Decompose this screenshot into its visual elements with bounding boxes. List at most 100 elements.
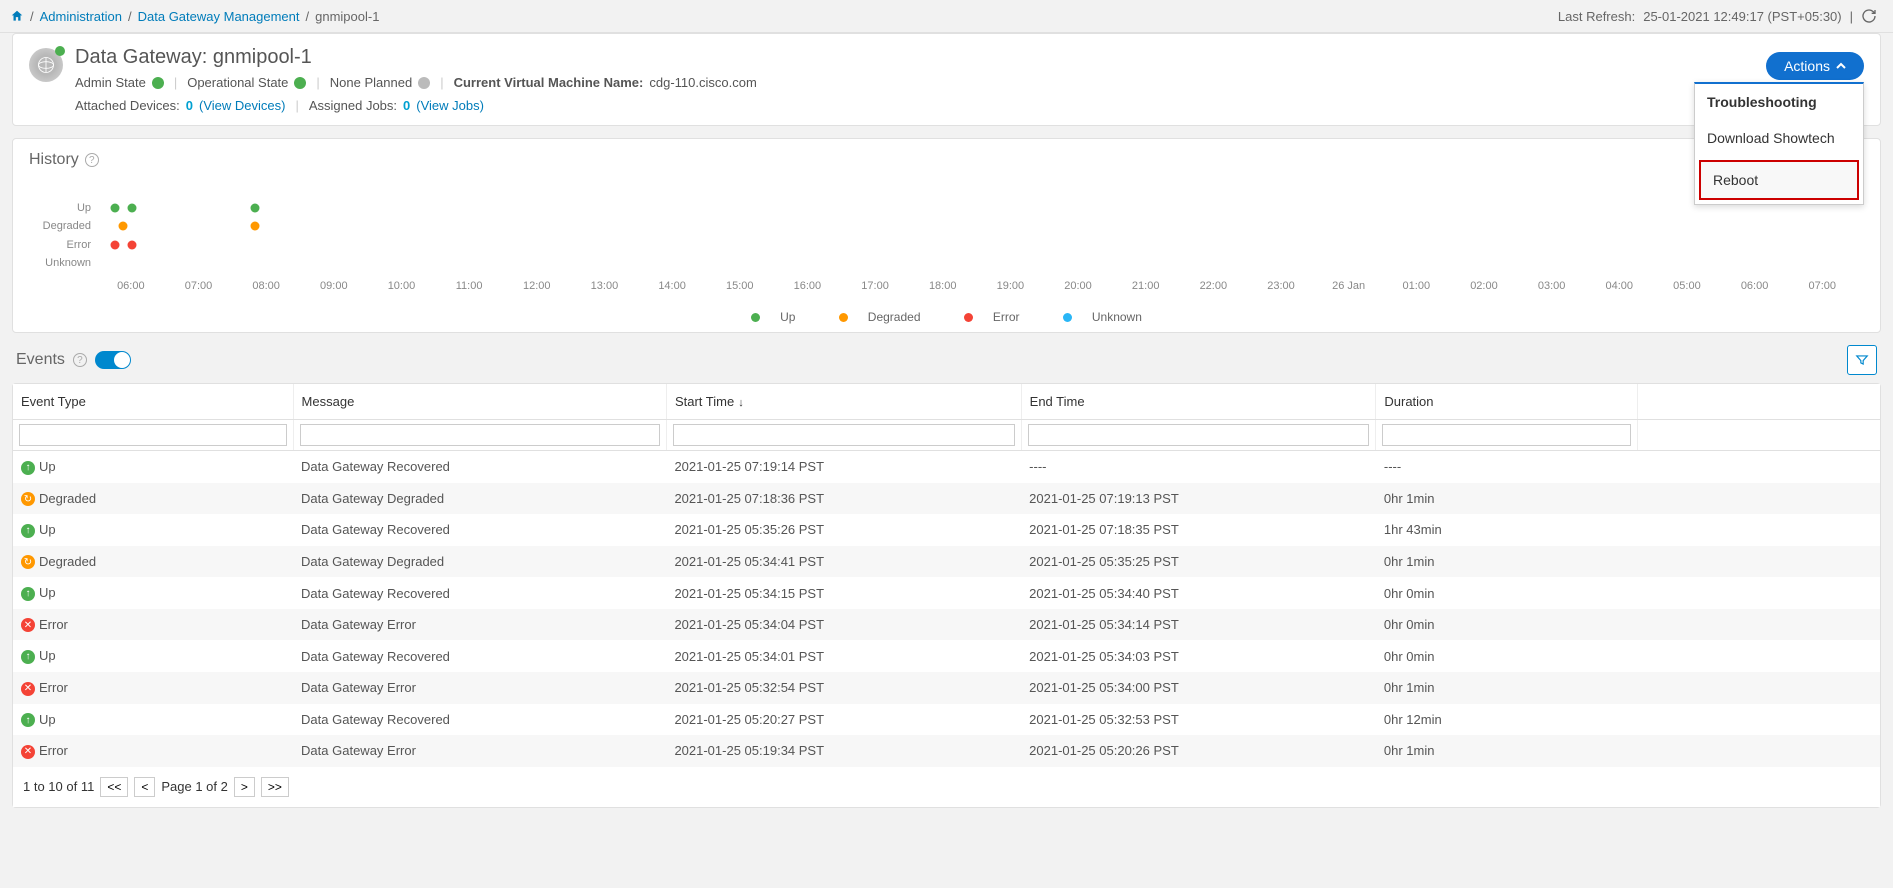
pager-first-button[interactable]: << (100, 777, 128, 797)
home-icon[interactable] (10, 9, 24, 23)
table-row[interactable]: ↻DegradedData Gateway Degraded2021-01-25… (13, 546, 1880, 578)
attached-devices-count: 0 (186, 98, 193, 113)
last-refresh-value: 25-01-2021 12:49:17 (PST+05:30) (1643, 9, 1841, 24)
admin-state-up-icon (152, 77, 164, 89)
reboot-item[interactable]: Reboot (1699, 160, 1859, 200)
chart-toolbar: ⊕ ⊖ 🔍 ✋ ↻ ⤓ (29, 175, 1864, 192)
y-label-up: Up (77, 202, 91, 214)
filter-start-time[interactable] (673, 424, 1015, 446)
events-title: Events (16, 351, 65, 369)
operational-state-up-icon (294, 77, 306, 89)
history-card: History ? 11 Events were ⊕ ⊖ 🔍 ✋ ↻ ⤓ Up … (12, 138, 1881, 333)
vm-name-label: Current Virtual Machine Name: (454, 75, 644, 90)
filter-end-time[interactable] (1028, 424, 1370, 446)
chart-legend: Up Degraded Error Unknown (29, 310, 1864, 324)
table-row[interactable]: ✕ErrorData Gateway Error2021-01-25 05:19… (13, 735, 1880, 767)
table-row[interactable]: ↑UpData Gateway Recovered2021-01-25 07:1… (13, 451, 1880, 483)
history-timeline[interactable]: Up Degraded Error Unknown 06:0007:0008:0… (37, 196, 1856, 306)
filter-duration[interactable] (1382, 424, 1630, 446)
table-row[interactable]: ↑UpData Gateway Recovered2021-01-25 05:3… (13, 640, 1880, 672)
vm-name-value: cdg-110.cisco.com (649, 75, 756, 90)
col-start-time[interactable]: Start Time↓ (666, 384, 1021, 420)
x-axis-label: 02:00 (1450, 280, 1518, 298)
event-up-icon: ↑ (21, 587, 35, 601)
pager-page-label: Page 1 of 2 (161, 779, 228, 794)
events-table-card: Event Type Message Start Time↓ End Time … (12, 383, 1881, 808)
table-row[interactable]: ↑UpData Gateway Recovered2021-01-25 05:3… (13, 577, 1880, 609)
table-row[interactable]: ✕ErrorData Gateway Error2021-01-25 05:34… (13, 609, 1880, 641)
table-row[interactable]: ↑UpData Gateway Recovered2021-01-25 05:3… (13, 514, 1880, 546)
x-axis-label: 13:00 (571, 280, 639, 298)
view-devices-link[interactable]: (View Devices) (199, 98, 285, 113)
x-axis-label: 09:00 (300, 280, 368, 298)
chart-point (251, 204, 260, 213)
col-end-time[interactable]: End Time (1021, 384, 1376, 420)
pager-last-button[interactable]: >> (261, 777, 289, 797)
table-row[interactable]: ↑UpData Gateway Recovered2021-01-25 05:2… (13, 704, 1880, 736)
events-help-icon[interactable]: ? (73, 353, 87, 367)
table-row[interactable]: ✕ErrorData Gateway Error2021-01-25 05:32… (13, 672, 1880, 704)
x-axis-label: 19:00 (977, 280, 1045, 298)
col-duration[interactable]: Duration (1376, 384, 1637, 420)
chart-point (128, 240, 137, 249)
pager-prev-button[interactable]: < (134, 777, 155, 797)
x-axis-label: 15:00 (706, 280, 774, 298)
events-header: Events ? (16, 345, 1877, 375)
x-axis-label: 11:00 (435, 280, 503, 298)
history-title: History (29, 151, 79, 169)
event-up-icon: ↑ (21, 461, 35, 475)
download-showtech-item[interactable]: Download Showtech (1695, 120, 1863, 156)
filter-button[interactable] (1847, 345, 1877, 375)
none-planned-label: None Planned (330, 75, 412, 90)
y-label-error: Error (67, 239, 91, 251)
events-table: Event Type Message Start Time↓ End Time … (13, 384, 1880, 767)
x-axis-label: 18:00 (909, 280, 977, 298)
actions-dropdown: Troubleshooting Download Showtech Reboot (1694, 82, 1864, 205)
x-axis-label: 17:00 (841, 280, 909, 298)
breadcrumb-administration[interactable]: Administration (40, 9, 122, 24)
x-axis-label: 26 Jan (1315, 280, 1383, 298)
sort-desc-icon: ↓ (738, 397, 744, 409)
operational-state-label: Operational State (187, 75, 288, 90)
filter-event-type[interactable] (19, 424, 287, 446)
event-err-icon: ✕ (21, 618, 35, 632)
events-toggle[interactable] (95, 351, 131, 369)
pager-next-button[interactable]: > (234, 777, 255, 797)
filter-message[interactable] (300, 424, 660, 446)
event-up-icon: ↑ (21, 524, 35, 538)
dropdown-header: Troubleshooting (1695, 84, 1863, 120)
assigned-jobs-label: Assigned Jobs: (309, 98, 397, 113)
x-axis-label: 06:00 (97, 280, 165, 298)
breadcrumb-current: gnmipool-1 (315, 9, 379, 24)
gateway-icon (29, 48, 63, 82)
x-axis-label: 08:00 (232, 280, 300, 298)
x-axis-label: 01:00 (1382, 280, 1450, 298)
chart-point (110, 204, 119, 213)
event-deg-icon: ↻ (21, 555, 35, 569)
x-axis-label: 21:00 (1112, 280, 1180, 298)
assigned-jobs-count: 0 (403, 98, 410, 113)
x-axis-label: 07:00 (165, 280, 233, 298)
x-axis-label: 06:00 (1721, 280, 1789, 298)
x-axis-label: 03:00 (1518, 280, 1586, 298)
admin-state-label: Admin State (75, 75, 146, 90)
actions-button[interactable]: Actions (1766, 52, 1864, 80)
page-title: Data Gateway: gnmipool-1 (75, 46, 757, 69)
top-bar: / Administration / Data Gateway Manageme… (0, 0, 1893, 33)
x-axis-label: 20:00 (1044, 280, 1112, 298)
x-axis-label: 16:00 (774, 280, 842, 298)
gateway-header: Data Gateway: gnmipool-1 Admin State | O… (12, 33, 1881, 126)
col-event-type[interactable]: Event Type (13, 384, 293, 420)
event-deg-icon: ↻ (21, 492, 35, 506)
chart-point (251, 222, 260, 231)
table-row[interactable]: ↻DegradedData Gateway Degraded2021-01-25… (13, 483, 1880, 515)
filter-icon (1855, 353, 1869, 367)
x-axis-label: 23:00 (1247, 280, 1315, 298)
history-help-icon[interactable]: ? (85, 153, 99, 167)
col-message[interactable]: Message (293, 384, 666, 420)
view-jobs-link[interactable]: (View Jobs) (416, 98, 484, 113)
none-planned-icon (418, 77, 430, 89)
refresh-icon[interactable] (1861, 8, 1877, 24)
breadcrumb-dgm[interactable]: Data Gateway Management (138, 9, 300, 24)
last-refresh-label: Last Refresh: (1558, 9, 1635, 24)
